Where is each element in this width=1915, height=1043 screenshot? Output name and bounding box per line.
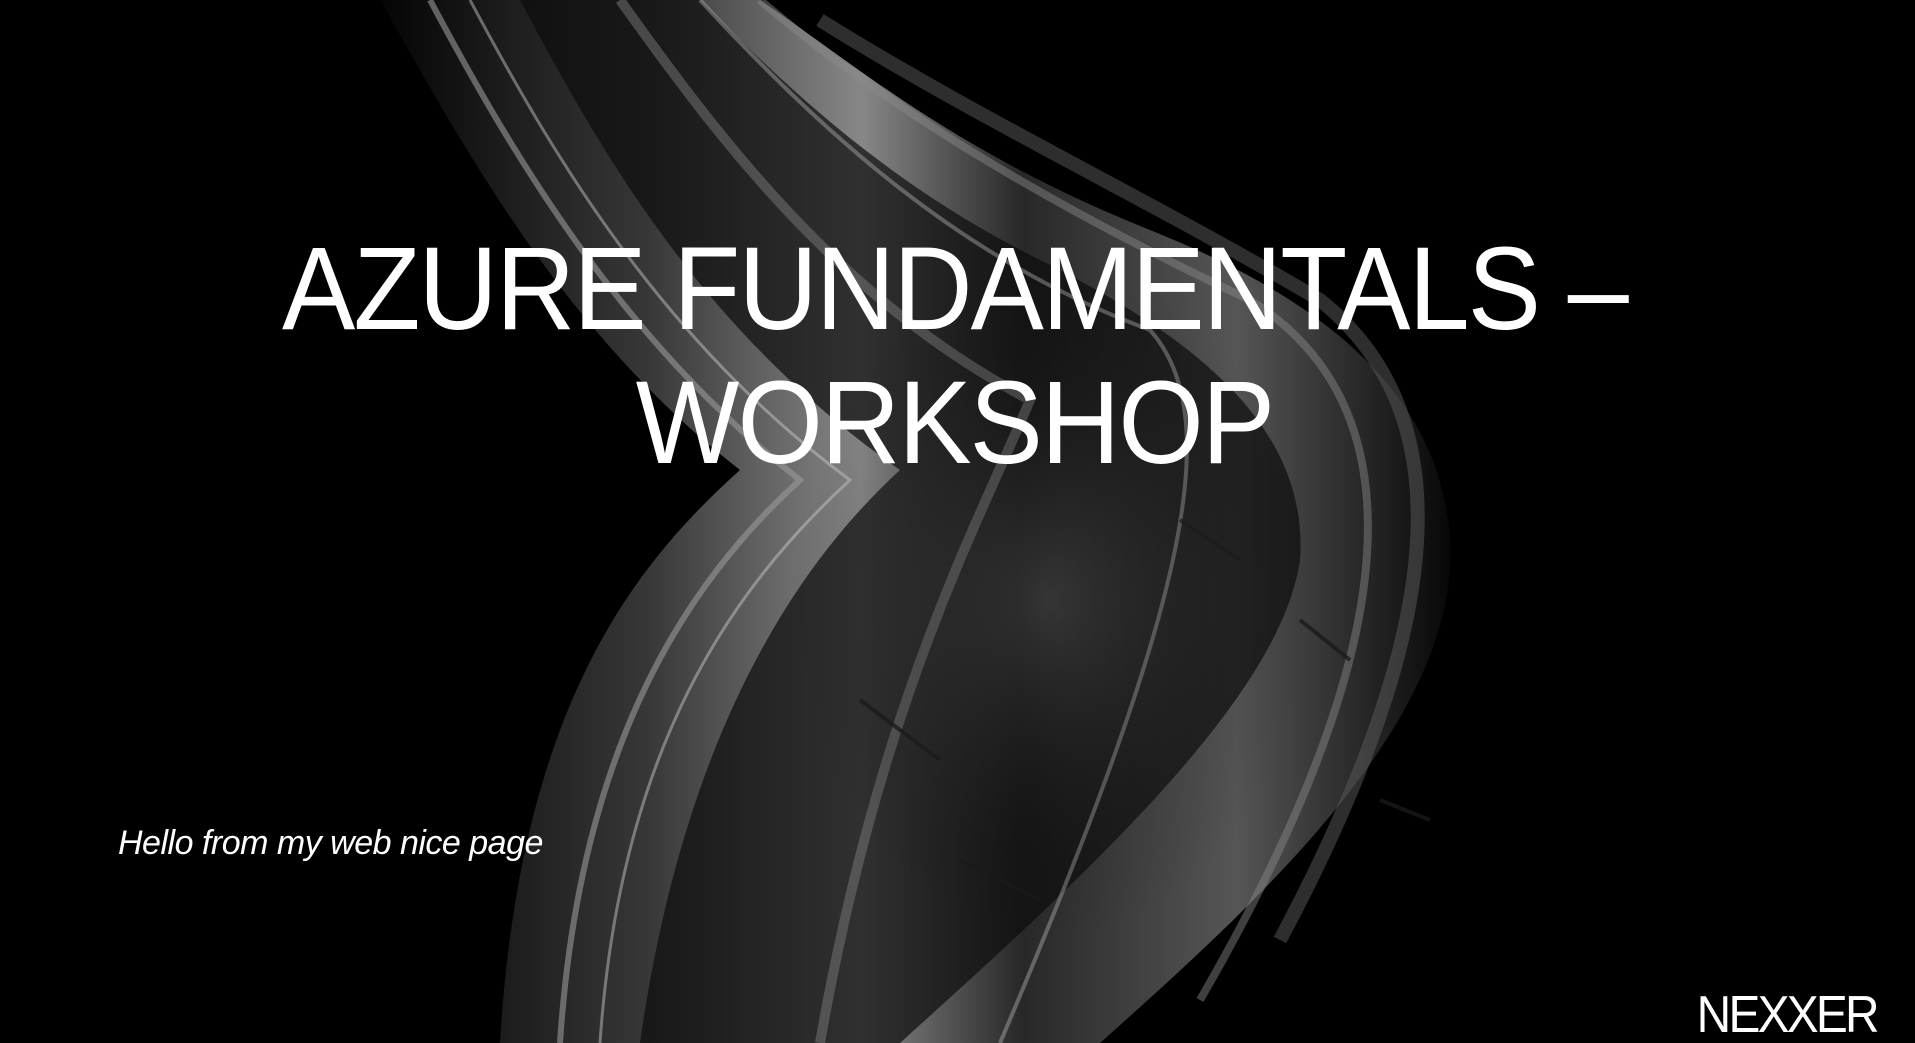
slide-subtitle: Hello from my web nice page xyxy=(118,824,543,862)
slide-title-line-1: AZURE FUNDAMENTALS – xyxy=(282,223,1629,355)
slide-title: AZURE FUNDAMENTALS – WORKSHOP xyxy=(64,222,1845,490)
slide-title-line-2: WORKSHOP xyxy=(635,357,1275,489)
presentation-slide: AZURE FUNDAMENTALS – WORKSHOP Hello from… xyxy=(0,0,1915,1043)
abstract-ribbon-background-image xyxy=(380,0,1451,1043)
nexer-logo: NEXXER xyxy=(1696,986,1880,1043)
